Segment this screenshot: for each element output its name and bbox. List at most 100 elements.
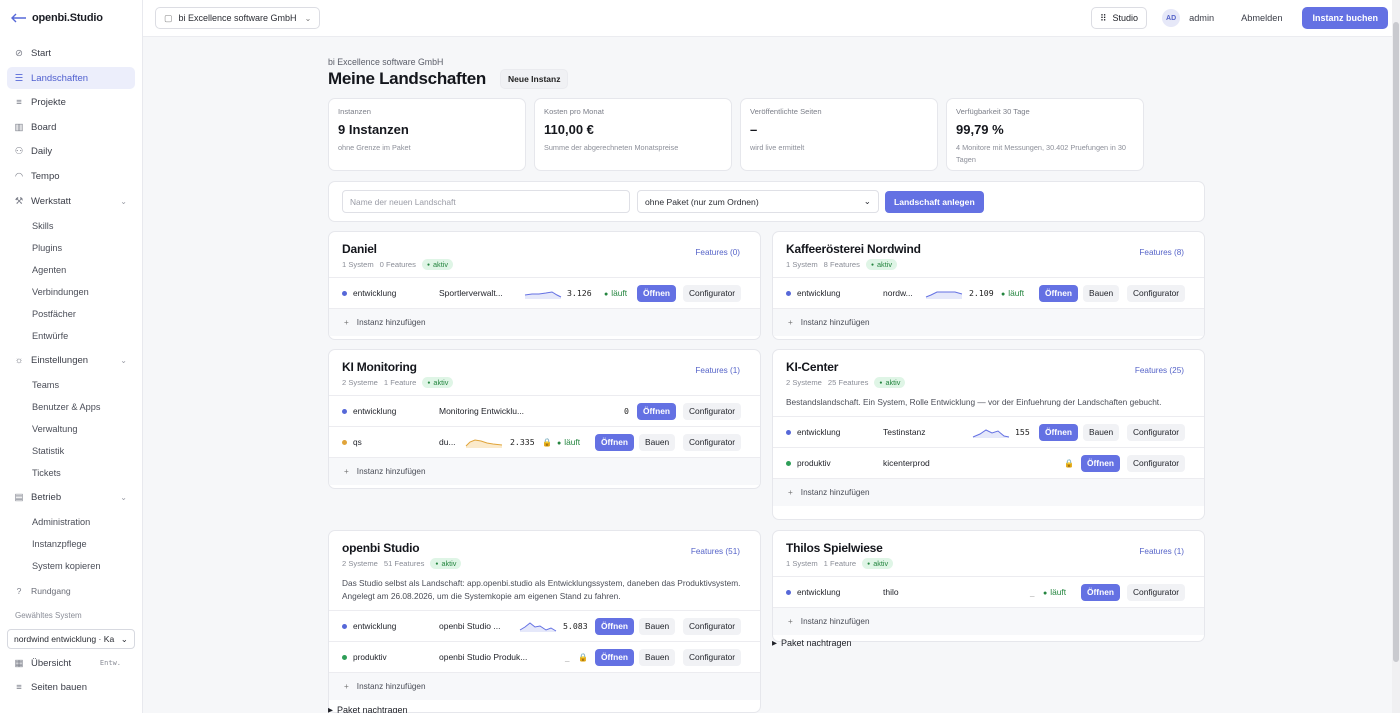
new-instance-button[interactable]: Neue Instanz: [500, 69, 569, 89]
system-select[interactable]: nordwind entwicklung · Ka ⌄: [7, 629, 135, 650]
stats-row: Instanzen 9 Instanzen ohne Grenze im Pak…: [328, 98, 1206, 171]
logout-link[interactable]: Abmelden: [1241, 13, 1282, 23]
visit-count: 155: [1015, 427, 1030, 437]
sparkline: [524, 291, 562, 299]
user-name[interactable]: admin: [1189, 13, 1214, 23]
configurator-button[interactable]: Configurator: [1127, 284, 1186, 302]
card-features-count: 1 Feature: [823, 559, 857, 568]
sidebar-sub-postfaecher[interactable]: Postfächer: [0, 303, 142, 325]
paket-nachtragen-toggle[interactable]: Paket nachtragen: [328, 705, 408, 713]
create-landscape-button[interactable]: Landschaft anlegen: [885, 190, 984, 213]
studio-button[interactable]: ⠿ Studio: [1090, 7, 1148, 29]
sidebar-item-daily[interactable]: ⚇ Daily: [7, 141, 135, 163]
sidebar: openbi.Studio ⊘ Start ☰ Landschaften ≡ Proj…: [0, 0, 143, 713]
add-instance-row[interactable]: + Instanz hinzufügen: [329, 672, 760, 700]
sidebar-sub-teams[interactable]: Teams: [0, 374, 142, 396]
sidebar-item-rundgang[interactable]: ? Rundgang: [7, 580, 135, 602]
env-label: qs: [353, 437, 362, 447]
landscape-card: Kaffeerösterei Nordwind 1 System 8 Featur…: [772, 231, 1205, 340]
configurator-button[interactable]: Configurator: [683, 648, 742, 666]
app-logo[interactable]: openbi.Studio: [0, 0, 142, 36]
features-link[interactable]: Features (1): [695, 366, 740, 375]
stat-sub: wird live ermittelt: [750, 143, 805, 152]
open-button[interactable]: Öffnen: [595, 617, 634, 635]
build-button[interactable]: Bauen: [639, 648, 676, 666]
sidebar-sub-entwuerfe[interactable]: Entwürfe: [0, 325, 142, 347]
card-title: KI Monitoring: [342, 360, 417, 374]
studio-label: Studio: [1112, 13, 1139, 23]
sidebar-item-start[interactable]: ⊘ Start: [7, 43, 135, 65]
add-instance-row[interactable]: + Instanz hinzufügen: [773, 478, 1204, 506]
scrollbar[interactable]: [1392, 0, 1400, 713]
features-link[interactable]: Features (51): [691, 547, 740, 556]
sidebar-sub-verwaltung[interactable]: Verwaltung: [0, 418, 142, 440]
sidebar-item-uebersicht[interactable]: ▦ Übersicht Entw.: [7, 652, 135, 674]
features-link[interactable]: Features (8): [1139, 248, 1184, 257]
configurator-button[interactable]: Configurator: [683, 284, 742, 302]
build-button[interactable]: Bauen: [639, 617, 676, 635]
configurator-button[interactable]: Configurator: [1127, 423, 1186, 441]
avatar[interactable]: AD: [1162, 9, 1181, 27]
open-button[interactable]: Öffnen: [1039, 284, 1078, 302]
status-badge: aktiv: [430, 558, 462, 569]
stat-sub: 4 Monitore mit Messungen, 30.402 Pruefun…: [956, 143, 1126, 164]
paket-nachtragen-toggle[interactable]: Paket nachtragen: [772, 638, 852, 648]
open-button[interactable]: Öffnen: [637, 402, 676, 420]
build-button[interactable]: Bauen: [1083, 423, 1120, 441]
sidebar-item-einstellungen[interactable]: ☼ Einstellungen ⌄: [7, 349, 135, 371]
sidebar-item-werkstatt[interactable]: ⚒ Werkstatt ⌄: [7, 190, 135, 212]
card-systems: 2 Systeme: [342, 378, 378, 387]
configurator-button[interactable]: Configurator: [1127, 583, 1186, 601]
card-features-count: 51 Features: [383, 559, 425, 568]
open-button[interactable]: Öffnen: [1039, 423, 1078, 441]
features-link[interactable]: Features (0): [695, 248, 740, 257]
check-circle-icon: ⊘: [15, 48, 23, 60]
sidebar-sub-administration[interactable]: Administration: [0, 511, 142, 533]
env-dot: [786, 589, 791, 595]
sidebar-item-betrieb[interactable]: ▤ Betrieb ⌄: [7, 487, 135, 509]
features-link[interactable]: Features (1): [1139, 547, 1184, 556]
sidebar-sub-tickets[interactable]: Tickets: [0, 462, 142, 484]
package-select[interactable]: ohne Paket (nur zum Ordnen) ⌄: [637, 190, 879, 213]
build-button[interactable]: Bauen: [639, 433, 676, 451]
sidebar-item-seiten-bauen[interactable]: ≡ Seiten bauen: [7, 677, 135, 699]
env-label: produktiv: [797, 458, 831, 468]
open-button[interactable]: Öffnen: [1081, 583, 1120, 601]
features-link[interactable]: Features (25): [1135, 366, 1184, 375]
open-button[interactable]: Öffnen: [595, 433, 634, 451]
landscape-card: openbi Studio 2 Systeme51 Featuresaktiv …: [328, 530, 761, 713]
sidebar-item-board[interactable]: ▥ Board: [7, 116, 135, 138]
landscape-name-input[interactable]: Name der neuen Landschaft: [342, 190, 630, 213]
sidebar-sub-instanzpflege[interactable]: Instanzpflege: [0, 533, 142, 555]
sidebar-sub-system-kopieren[interactable]: System kopieren: [0, 555, 142, 577]
configurator-button[interactable]: Configurator: [683, 617, 742, 635]
scrollbar-thumb[interactable]: [1393, 22, 1399, 662]
open-button[interactable]: Öffnen: [1081, 454, 1120, 472]
sidebar-item-projekte[interactable]: ≡ Projekte: [7, 92, 135, 114]
sidebar-item-tempo[interactable]: ◠ Tempo: [7, 166, 135, 188]
open-button[interactable]: Öffnen: [595, 648, 634, 666]
sidebar-item-label: Daily: [31, 146, 53, 158]
add-instance-row[interactable]: + Instanz hinzufügen: [773, 308, 1204, 336]
status-badge: aktiv: [862, 558, 894, 569]
env-dot: [342, 623, 347, 629]
add-instance-row[interactable]: + Instanz hinzufügen: [773, 607, 1204, 635]
sidebar-sub-verbindungen[interactable]: Verbindungen: [0, 281, 142, 303]
open-button[interactable]: Öffnen: [637, 284, 676, 302]
org-select[interactable]: ▢ bi Excellence software GmbH ⌄: [155, 7, 321, 29]
visit-count: 0: [624, 406, 629, 416]
sidebar-sub-skills[interactable]: Skills: [0, 215, 142, 237]
plus-icon: +: [344, 318, 349, 327]
sidebar-sub-agenten[interactable]: Agenten: [0, 259, 142, 281]
add-instance-row[interactable]: + Instanz hinzufügen: [329, 308, 760, 336]
sidebar-sub-statistik[interactable]: Statistik: [0, 440, 142, 462]
sidebar-sub-plugins[interactable]: Plugins: [0, 237, 142, 259]
configurator-button[interactable]: Configurator: [1127, 454, 1186, 472]
configurator-button[interactable]: Configurator: [683, 402, 742, 420]
sidebar-sub-benutzer[interactable]: Benutzer & Apps: [0, 396, 142, 418]
configurator-button[interactable]: Configurator: [683, 433, 742, 451]
add-instance-row[interactable]: + Instanz hinzufügen: [329, 457, 760, 485]
build-button[interactable]: Bauen: [1083, 284, 1120, 302]
sidebar-item-landschaften[interactable]: ☰ Landschaften: [7, 67, 135, 90]
instanz-buchen-button[interactable]: Instanz buchen: [1302, 7, 1388, 29]
